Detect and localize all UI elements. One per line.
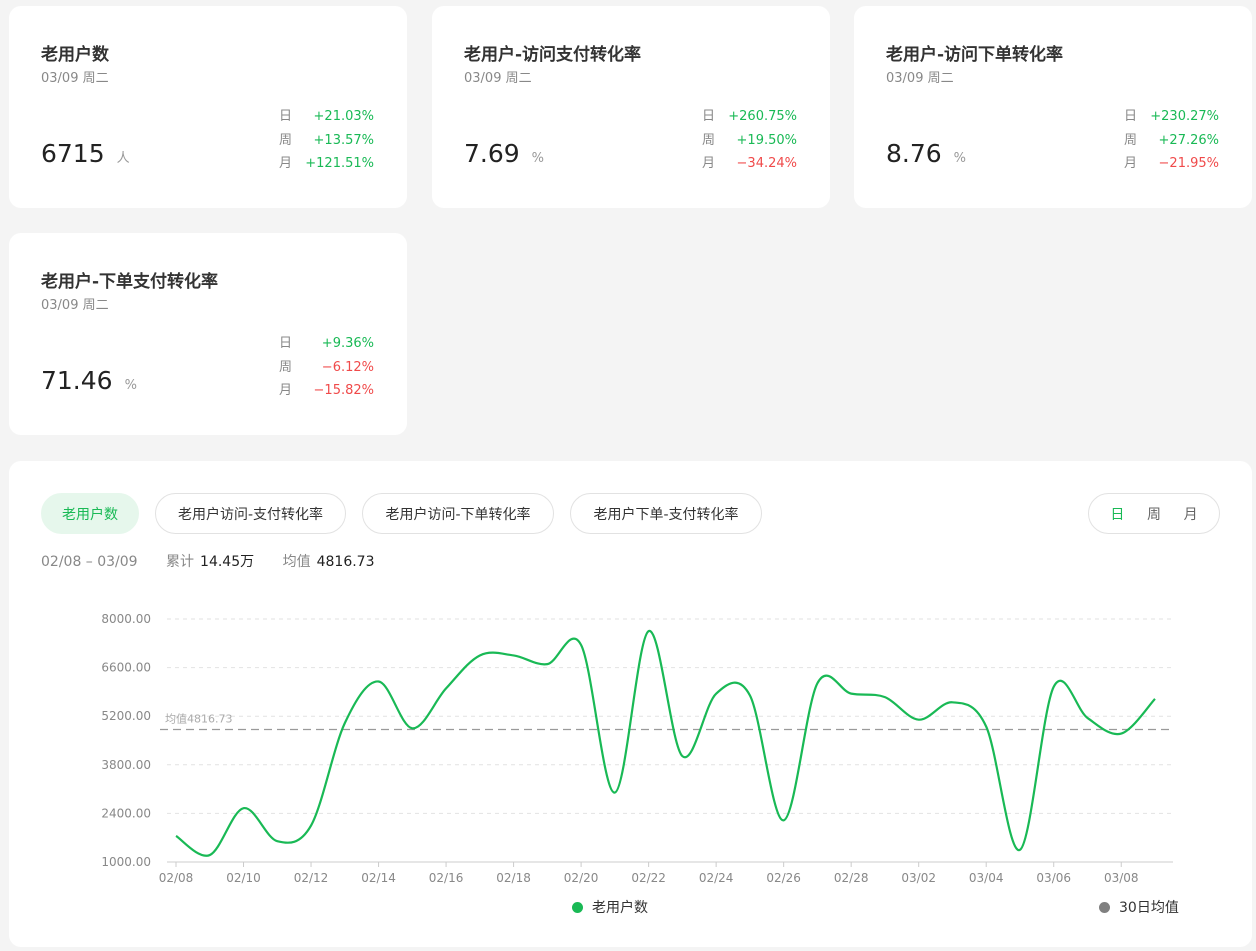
- x-tick-label: 02/08: [159, 871, 194, 885]
- change-value: +21.03%: [313, 109, 374, 124]
- change-period-label: 日: [1124, 109, 1138, 124]
- card-date: 03/09 周二: [886, 71, 954, 86]
- legend-series-label: 老用户数: [592, 900, 648, 916]
- change-period-label: 日: [702, 109, 716, 124]
- x-tick-label: 02/18: [496, 871, 531, 885]
- card-value: 7.69: [464, 139, 520, 168]
- card-unit: %: [531, 151, 545, 166]
- change-row: 周 +27.26%: [1124, 129, 1219, 153]
- change-row: 周 +19.50%: [702, 129, 797, 153]
- card-title: 老用户数: [41, 45, 109, 65]
- legend-series[interactable]: 老用户数: [572, 897, 648, 917]
- change-period-label: 周: [702, 132, 716, 148]
- change-row: 月 −15.82%: [279, 379, 374, 403]
- change-value: −34.24%: [736, 156, 797, 171]
- change-value: −21.95%: [1158, 156, 1219, 171]
- change-value: +19.50%: [736, 132, 797, 148]
- card-value: 6715: [41, 139, 105, 168]
- change-period-label: 周: [1124, 132, 1138, 148]
- y-tick-label: 5200.00: [101, 709, 151, 723]
- change-list: 日 +230.27% 周 +27.26% 月 −21.95%: [1124, 105, 1219, 176]
- card-unit: %: [953, 151, 967, 166]
- card-value-wrap: 7.69%: [464, 139, 544, 168]
- y-tick-label: 1000.00: [101, 855, 151, 869]
- card-value-wrap: 8.76%: [886, 139, 966, 168]
- series-line-old-users: [175, 630, 1156, 857]
- x-tick-label: 02/14: [361, 871, 396, 885]
- x-tick-label: 03/02: [901, 871, 936, 885]
- card-value-wrap: 6715 人: [41, 139, 130, 168]
- card-date: 03/09 周二: [41, 71, 109, 86]
- average-line-label: 均值4816.73: [165, 713, 233, 726]
- change-value: −15.82%: [313, 383, 374, 398]
- change-period-label: 月: [1124, 156, 1138, 171]
- change-value: +27.26%: [1158, 132, 1219, 148]
- change-value: +13.57%: [313, 132, 374, 148]
- change-row: 月 −21.95%: [1124, 152, 1219, 176]
- change-row: 月 +121.51%: [279, 152, 374, 176]
- change-row: 日 +21.03%: [279, 105, 374, 129]
- x-tick-label: 02/20: [564, 871, 599, 885]
- x-tick-label: 02/26: [766, 871, 801, 885]
- card-date: 03/09 周二: [464, 71, 532, 86]
- y-tick-label: 6600.00: [101, 661, 151, 675]
- card-value: 71.46: [41, 366, 113, 395]
- change-row: 周 −6.12%: [279, 356, 374, 380]
- x-tick-label: 02/16: [429, 871, 464, 885]
- change-row: 日 +9.36%: [279, 332, 374, 356]
- y-tick-label: 2400.00: [101, 806, 151, 820]
- metric-card[interactable]: 老用户-访问支付转化率 03/09 周二 7.69% 日 +260.75% 周 +19.50…: [432, 6, 830, 208]
- change-list: 日 +260.75% 周 +19.50% 月 −34.24%: [702, 105, 797, 176]
- change-period-label: 月: [279, 383, 293, 398]
- change-value: −6.12%: [321, 359, 374, 375]
- card-title: 老用户-访问下单转化率: [886, 45, 1064, 65]
- x-tick-label: 02/24: [699, 871, 734, 885]
- x-tick-label: 03/06: [1036, 871, 1071, 885]
- change-list: 日 +9.36% 周 −6.12% 月 −15.82%: [279, 332, 374, 403]
- change-period-label: 日: [279, 336, 293, 351]
- x-tick-label: 02/28: [834, 871, 869, 885]
- metric-card[interactable]: 老用户-下单支付转化率 03/09 周二 71.46% 日 +9.36% 周 −6.12% 月…: [9, 233, 407, 435]
- x-tick-label: 03/08: [1104, 871, 1139, 885]
- change-value: +260.75%: [728, 109, 797, 124]
- change-row: 日 +230.27%: [1124, 105, 1219, 129]
- legend-average[interactable]: 30日均值: [1099, 897, 1179, 917]
- card-unit: %: [124, 378, 137, 393]
- card-title: 老用户-访问支付转化率: [464, 45, 642, 65]
- change-period-label: 月: [702, 156, 716, 171]
- change-row: 月 −34.24%: [702, 152, 797, 176]
- change-list: 日 +21.03% 周 +13.57% 月 +121.51%: [279, 105, 374, 176]
- change-value: +230.27%: [1150, 109, 1219, 124]
- x-tick-label: 02/10: [226, 871, 261, 885]
- metric-card[interactable]: 老用户数 03/09 周二 6715 人 日 +21.03% 周 +13.57% 月 +121.5…: [9, 6, 407, 208]
- trend-line-chart: 1000.00 2400.00 3800.00 5200.00 6600.00 8000.…: [101, 612, 1173, 885]
- change-row: 周 +13.57%: [279, 129, 374, 153]
- change-period-label: 周: [279, 359, 293, 375]
- change-value: +9.36%: [321, 336, 374, 351]
- card-title: 老用户-下单支付转化率: [41, 272, 219, 292]
- legend-average-label: 30日均值: [1119, 900, 1179, 916]
- change-row: 日 +260.75%: [702, 105, 797, 129]
- x-tick-label: 02/12: [294, 871, 329, 885]
- change-value: +121.51%: [305, 156, 374, 171]
- legend-gray-dot-icon: [1099, 901, 1110, 913]
- card-value-wrap: 71.46%: [41, 366, 137, 395]
- metric-card[interactable]: 老用户-访问下单转化率 03/09 周二 8.76% 日 +230.27% 周 +27.26…: [854, 6, 1252, 208]
- x-tick-label: 03/04: [969, 871, 1004, 885]
- change-period-label: 周: [279, 132, 293, 148]
- change-period-label: 月: [279, 156, 293, 171]
- card-unit: 人: [116, 151, 130, 166]
- trend-panel: 老用户数 老用户访问-支付转化率 老用户访问-下单转化率 老用户下单-支付转化率…: [9, 461, 1252, 947]
- y-tick-label: 8000.00: [101, 612, 151, 626]
- change-period-label: 日: [279, 109, 293, 124]
- card-value: 8.76: [886, 139, 942, 168]
- legend-green-dot-icon: [572, 901, 583, 913]
- x-tick-label: 02/22: [631, 871, 666, 885]
- card-date: 03/09 周二: [41, 298, 109, 313]
- y-tick-label: 3800.00: [101, 758, 151, 772]
